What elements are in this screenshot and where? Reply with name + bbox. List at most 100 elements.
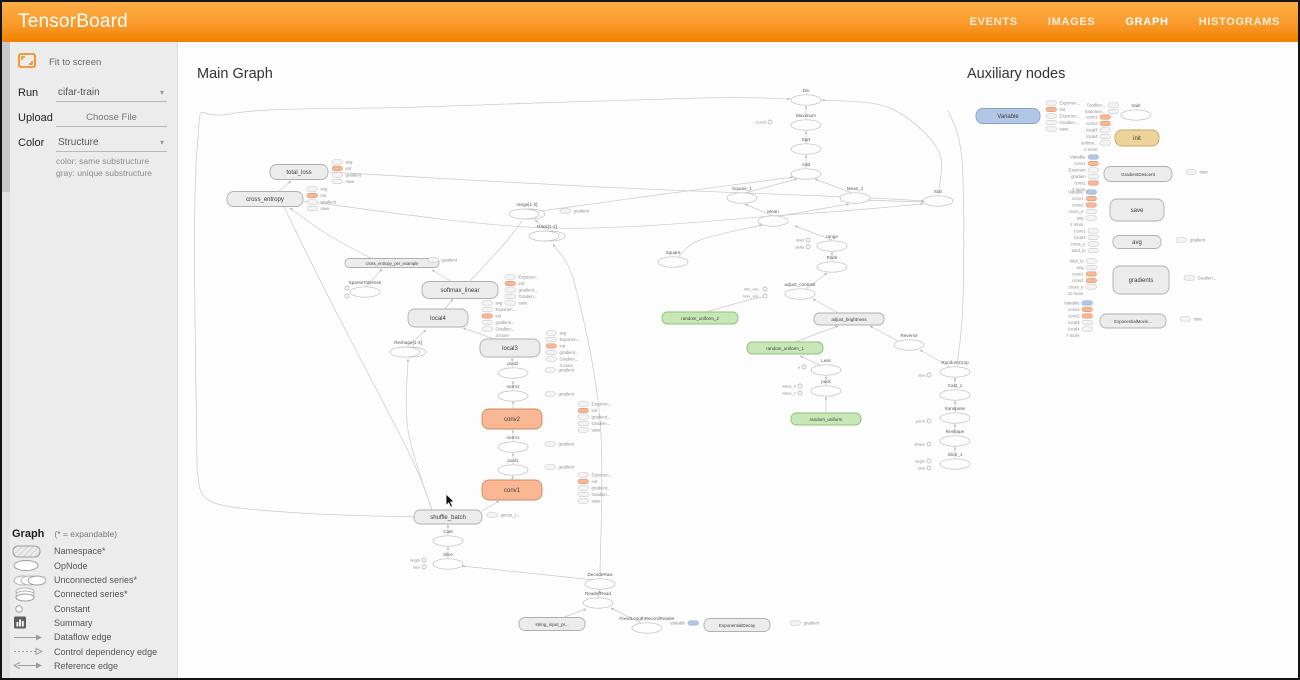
- annotation-cluster: avgExponen...initgradient...Gradien...3 …: [546, 331, 580, 369]
- svg-text:gradient...: gradient...: [496, 320, 515, 325]
- graph-node-pack[interactable]: pack: [811, 379, 841, 396]
- graph-node-aux_gradients[interactable]: gradients: [1113, 266, 1169, 294]
- svg-text:Div: Div: [803, 88, 810, 93]
- graph-node-FixedLengthRecordReader[interactable]: FixedLengthRecordReader: [619, 616, 675, 633]
- run-select[interactable]: cifar-train ▾: [56, 84, 167, 102]
- svg-text:gradients: gradients: [1129, 278, 1154, 284]
- color-select[interactable]: Structure ▾: [56, 134, 167, 152]
- tab-histograms[interactable]: HISTOGRAMS: [1199, 16, 1280, 28]
- graph-node-transpose[interactable]: transpose: [940, 406, 970, 423]
- annotation-cluster: gradient: [1176, 238, 1206, 243]
- graph-node-Sub[interactable]: Sub: [923, 189, 953, 206]
- graph-node-total_loss[interactable]: total_loss: [270, 165, 328, 180]
- graph-node-norm1[interactable]: norm1: [498, 435, 528, 452]
- svg-text:local4: local4: [1068, 327, 1080, 332]
- graph-node-aux_train[interactable]: train: [1121, 103, 1151, 120]
- svg-text:random_uniform_1: random_uniform_1: [766, 346, 804, 351]
- svg-text:conv1: conv1: [1074, 229, 1086, 234]
- svg-text:shape: shape: [914, 442, 926, 447]
- graph-node-local4[interactable]: local4: [408, 309, 468, 327]
- graph-node-pool2[interactable]: pool2: [498, 361, 528, 378]
- graph-node-random_uniform_2[interactable]: random_uniform_2: [662, 312, 738, 324]
- graph-node-aux_ExponentialMoving[interactable]: ExponentialMovin...: [1100, 314, 1166, 328]
- graph-canvas[interactable]: total_loss cross_entropy cross_entropy_per…: [178, 42, 1300, 678]
- graph-node-Less[interactable]: Less: [811, 358, 841, 375]
- graph-node-aux_Variable[interactable]: Variable: [976, 109, 1040, 124]
- graph-node-Reverse[interactable]: Reverse: [894, 333, 924, 350]
- graph-node-cross_entropy[interactable]: cross_entropy: [227, 192, 303, 207]
- svg-text:conv2: conv2: [1072, 278, 1084, 283]
- graph-node-Maximum[interactable]: Maximum: [791, 113, 821, 130]
- graph-node-Rank_1_2[interactable]: Rank[1-2]: [529, 224, 565, 241]
- svg-text:init: init: [496, 314, 502, 319]
- svg-text:Exponen...: Exponen...: [496, 307, 517, 312]
- graph-node-Rank[interactable]: Rank: [817, 255, 847, 272]
- svg-text:conv1: conv1: [1074, 161, 1086, 166]
- svg-text:Reshape: Reshape: [946, 429, 965, 434]
- graph-node-Reshape[interactable]: Reshape: [940, 429, 970, 446]
- svg-text:cross_entropy_per_example: cross_entropy_per_example: [366, 261, 420, 266]
- graph-node-Square[interactable]: Square: [658, 250, 688, 267]
- graph-node-Mean_1[interactable]: Mean_1: [840, 186, 870, 203]
- graph-node-softmax_linear[interactable]: softmax_linear: [422, 282, 498, 299]
- annotation-cluster: Variableconv1conv2local3local47 more: [1064, 301, 1092, 339]
- svg-text:local3: local3: [502, 346, 518, 352]
- graph-node-Slice_1[interactable]: Slice_1: [940, 452, 970, 469]
- fit-to-screen-button[interactable]: Fit to screen: [2, 42, 177, 77]
- svg-text:gradient...: gradient...: [519, 288, 538, 293]
- graph-node-SparseToDense[interactable]: SparseToDense: [349, 280, 382, 297]
- graph-const: Const: [756, 120, 772, 125]
- graph-node-adjust_brightness[interactable]: adjust_brightness: [814, 313, 884, 325]
- graph-node-DecodeRaw[interactable]: DecodeRaw: [585, 572, 615, 589]
- tab-graph[interactable]: GRAPH: [1125, 16, 1168, 28]
- graph-node-Div[interactable]: Div: [791, 88, 821, 105]
- svg-text:save: save: [1060, 127, 1070, 132]
- legend-label: OpNode: [54, 561, 88, 571]
- graph-node-shuffle_batch[interactable]: shuffle_batch: [414, 510, 482, 524]
- graph-node-Sqrt[interactable]: Sqrt: [791, 137, 821, 154]
- graph-node-aux_save[interactable]: save: [1110, 199, 1164, 221]
- graph-node-conv2[interactable]: conv2: [482, 409, 542, 429]
- svg-text:init: init: [321, 193, 327, 198]
- graph-node-Square_1[interactable]: Square_1: [727, 186, 757, 203]
- graph-node-ReaderRead[interactable]: ReaderRead: [583, 591, 613, 608]
- graph-node-aux_GradientDescent[interactable]: GradientDescent: [1104, 167, 1172, 182]
- graph-node-Slice[interactable]: Slice: [433, 552, 463, 569]
- graph-node-string_input_producer[interactable]: string_input_pr...: [519, 618, 585, 631]
- svg-text:queue_r...: queue_r...: [501, 513, 520, 518]
- graph-node-RandomCrop[interactable]: RandomCrop: [940, 360, 970, 377]
- graph-node-range_1_2[interactable]: range[1-2]: [509, 202, 545, 219]
- svg-text:save: save: [519, 301, 529, 306]
- graph-node-norm2[interactable]: norm2: [498, 384, 528, 401]
- svg-text:total_lo: total_lo: [1072, 248, 1086, 253]
- svg-text:softmax_linear: softmax_linear: [440, 288, 479, 294]
- sidebar-scrollbar[interactable]: [2, 42, 10, 678]
- svg-text:gradien: gradien: [1071, 174, 1086, 179]
- graph-node-Reshape_1_3[interactable]: Reshape[1-3]: [390, 340, 426, 357]
- legend-label: Control dependency edge: [54, 647, 157, 657]
- svg-text:save: save: [592, 499, 602, 504]
- graph-node-Cast_1[interactable]: Cast_1: [940, 383, 970, 400]
- tab-images[interactable]: IMAGES: [1048, 16, 1096, 28]
- graph-node-aux_avg[interactable]: avg: [1113, 236, 1161, 249]
- graph-node-Add[interactable]: Add: [791, 162, 821, 179]
- graph-node-local3[interactable]: local3: [480, 339, 540, 357]
- graph-node-random_uniform[interactable]: random_uniform: [791, 413, 861, 425]
- graph-node-pool1[interactable]: pool1: [498, 458, 528, 475]
- graph-node-conv1[interactable]: conv1: [482, 480, 542, 500]
- legend-item-constant: Constant: [12, 602, 175, 616]
- choose-file-button[interactable]: Choose File: [56, 109, 167, 127]
- graph-node-range[interactable]: range: [817, 234, 847, 251]
- svg-text:max_val...: max_val...: [743, 294, 761, 299]
- graph-node-Cast[interactable]: Cast: [433, 529, 463, 546]
- tab-events[interactable]: EVENTS: [970, 16, 1018, 28]
- annotation-cluster: gradient: [428, 258, 458, 263]
- graph-node-ExponentialDecay[interactable]: ExponentialDecay: [704, 619, 770, 632]
- graph-node-adjust_contrast[interactable]: adjust_contrast: [784, 282, 816, 299]
- graph-node-cross_entropy_per_example[interactable]: cross_entropy_per_example: [345, 259, 439, 268]
- sidebar-scrollbar-thumb[interactable]: [2, 42, 10, 192]
- graph-node-aux_init[interactable]: init: [1115, 130, 1159, 146]
- svg-text:Gradien...: Gradien...: [1087, 103, 1106, 108]
- graph-node-random_uniform_1[interactable]: random_uniform_1: [747, 342, 823, 354]
- annotation-cluster: train: [1180, 317, 1202, 322]
